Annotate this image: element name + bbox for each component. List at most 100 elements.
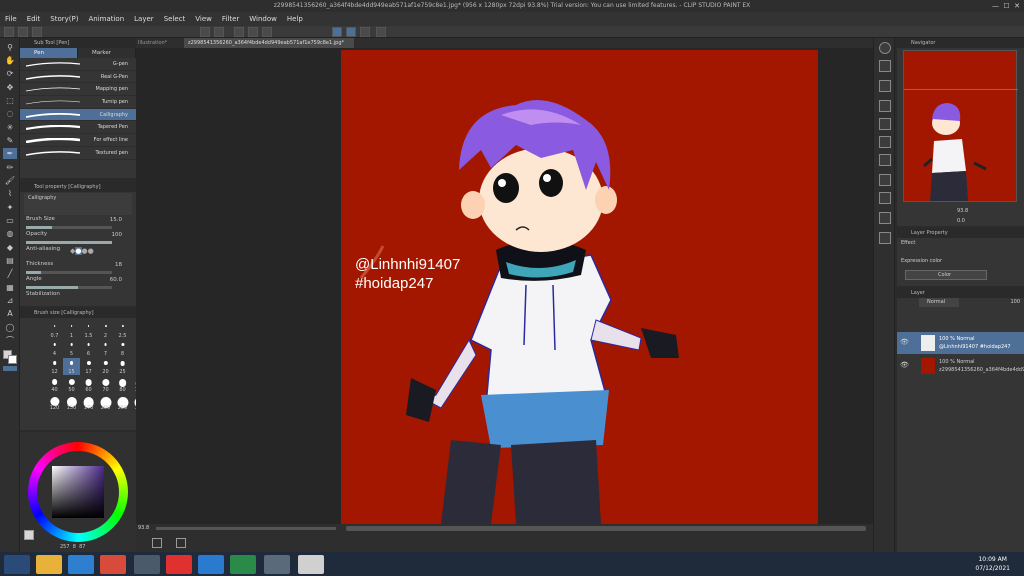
brush-size-option[interactable]: 170 [80, 394, 97, 411]
garena-icon[interactable] [166, 555, 192, 574]
zoom-slider[interactable] [156, 527, 336, 530]
menu-select[interactable]: Select [159, 15, 191, 23]
antialias-options[interactable]: ◆●●● [70, 247, 94, 255]
brush-size-option[interactable]: 150 [63, 394, 80, 411]
correct-line-tool-icon[interactable]: ⌒ [3, 335, 17, 346]
brush-item-calligraphy[interactable]: Calligraphy [20, 108, 136, 122]
brush-tool-icon[interactable]: 🖌 [3, 175, 17, 186]
brush-size-option[interactable]: 25 [114, 358, 131, 375]
pencil-tool-icon[interactable]: ✏ [3, 162, 17, 173]
tab-current-document[interactable]: z2998541356260_a364f4bde4dd949eab571af1e… [184, 38, 354, 48]
menu-help[interactable]: Help [282, 15, 308, 23]
layer-icon[interactable] [152, 538, 162, 548]
blend-mode-select[interactable]: Normal [919, 298, 959, 307]
tab-illustration[interactable]: Illustration* [136, 38, 180, 48]
clear-icon[interactable] [234, 27, 244, 37]
menu-filter[interactable]: Filter [217, 15, 244, 23]
menu-story[interactable]: Story(P) [45, 15, 83, 23]
menu-edit[interactable]: Edit [22, 15, 46, 23]
text-tool-icon[interactable]: A [3, 308, 17, 319]
color-swatch-icon[interactable] [24, 530, 34, 540]
open-icon[interactable] [18, 27, 28, 37]
search-icon[interactable] [879, 42, 891, 54]
redo-icon[interactable] [214, 27, 224, 37]
eraser-tool-icon[interactable]: ▭ [3, 215, 17, 226]
tab-marker[interactable]: Marker [78, 48, 136, 58]
delete-icon[interactable] [879, 100, 891, 112]
opacity-slider[interactable] [26, 241, 112, 244]
menu-window[interactable]: Window [244, 15, 282, 23]
pen-tool-icon[interactable]: ✒ [3, 148, 17, 159]
copy-icon[interactable] [879, 136, 891, 148]
brush-size-option[interactable]: 70 [97, 376, 114, 393]
navigator-preview[interactable] [903, 50, 1018, 202]
new-icon[interactable] [4, 27, 14, 37]
brush-size-option[interactable]: 250 [114, 394, 131, 411]
menu-file[interactable]: File [0, 15, 22, 23]
thickness-slider[interactable] [26, 271, 42, 274]
brush-size-option[interactable]: 1.5 [80, 322, 97, 339]
navigator-angle[interactable]: 0.0 [957, 218, 965, 224]
eyedropper-tool-icon[interactable]: ✎ [3, 135, 17, 146]
flip-icon[interactable] [879, 212, 891, 224]
brush-size-option[interactable]: 2 [97, 322, 114, 339]
menu-animation[interactable]: Animation [83, 15, 129, 23]
zalo-icon[interactable] [198, 555, 224, 574]
brush-item-effect-line[interactable]: For effect line [20, 134, 136, 147]
taskbar-clock[interactable]: 10:09 AM 07/12/2021 [975, 555, 1010, 573]
angle-property[interactable]: Angle 60.0 [20, 276, 136, 291]
frame-tool-icon[interactable]: ▦ [3, 282, 17, 293]
brush-size-option[interactable]: 2.5 [114, 322, 131, 339]
calendar-icon[interactable] [879, 232, 891, 244]
ruler-snap-icon[interactable] [346, 27, 356, 37]
brush-size-option[interactable]: 12 [46, 358, 63, 375]
menu-view[interactable]: View [190, 15, 217, 23]
layer-tab[interactable]: Layer [897, 288, 1024, 298]
window-controls[interactable]: — ☐ ✕ [992, 0, 1020, 12]
zoom-readout[interactable]: 93.8 [138, 525, 149, 531]
zoom-tool-icon[interactable]: ⚲ [3, 42, 17, 53]
visibility-eye-icon[interactable]: 👁 [900, 338, 909, 346]
opacity-property[interactable]: Opacity 100 [20, 231, 136, 246]
brush-size-option[interactable]: 4 [46, 340, 63, 357]
layer-opacity[interactable]: 100 [1010, 299, 1020, 305]
brush-size-option[interactable]: 50 [63, 376, 80, 393]
undo-icon[interactable] [200, 27, 210, 37]
brush-size-option[interactable]: 1 [63, 322, 80, 339]
blend-tool-icon[interactable]: ◍ [3, 228, 17, 239]
ruler-tool-icon[interactable]: ⊿ [3, 295, 17, 306]
brush-item-real-g-pen[interactable]: Real G-Pen [20, 71, 136, 84]
hand-tool-icon[interactable]: ✋ [3, 55, 17, 66]
brush-size-option[interactable]: 200 [97, 394, 114, 411]
timeline-icon[interactable] [176, 538, 186, 548]
anti-aliasing-property[interactable]: Anti-aliasing ◆●●● [20, 246, 136, 261]
stabilization-property[interactable]: Stabilization [20, 291, 136, 306]
save-icon[interactable] [32, 27, 42, 37]
image-icon[interactable] [879, 174, 891, 186]
layer-row[interactable]: 👁 100 % Normal @Linhnhi91407 #hoidap247 [897, 332, 1024, 354]
decoration-tool-icon[interactable]: ✦ [3, 202, 17, 213]
tab-pen[interactable]: Pen [20, 48, 78, 58]
crop-icon[interactable] [879, 118, 891, 130]
clip-studio-icon[interactable] [298, 555, 324, 574]
balloon-tool-icon[interactable]: ◯ [3, 322, 17, 333]
navigator-zoom[interactable]: 93.8 [957, 208, 968, 214]
expression-color-select[interactable]: Color [905, 270, 987, 280]
file-explorer-icon[interactable] [36, 555, 62, 574]
app-icon[interactable] [134, 555, 160, 574]
brush-size-option[interactable]: 6 [80, 340, 97, 357]
lock-icon[interactable] [376, 27, 386, 37]
layer-row[interactable]: 👁 100 % Normal z2998541356260_a364f4bde4… [897, 355, 1024, 377]
close-icon[interactable] [879, 60, 891, 72]
layer-add-icon[interactable] [879, 192, 891, 204]
brush-size-option[interactable]: 0.7 [46, 322, 63, 339]
brush-size-option[interactable]: 120 [46, 394, 63, 411]
brush-size-property[interactable]: Brush Size 15.0 [20, 216, 136, 231]
paste-icon[interactable] [879, 154, 891, 166]
thickness-property[interactable]: Thickness 18 [20, 261, 136, 276]
brush-item-g-pen[interactable]: G-pen [20, 58, 136, 71]
brush-size-option[interactable]: 20 [97, 358, 114, 375]
brush-size-option[interactable]: 7 [97, 340, 114, 357]
brush-size-option[interactable]: 40 [46, 376, 63, 393]
excel-icon[interactable] [230, 555, 256, 574]
